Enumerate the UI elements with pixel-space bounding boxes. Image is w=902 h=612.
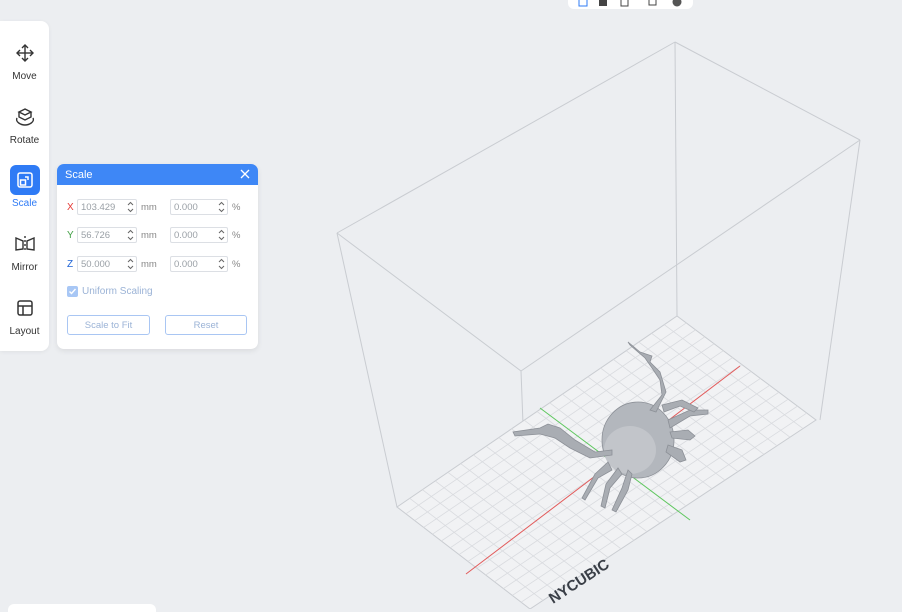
y-size-input[interactable] (77, 227, 137, 243)
stepper-icon[interactable] (127, 201, 134, 213)
y-size-value[interactable] (78, 229, 125, 241)
z-size-input[interactable] (77, 256, 137, 272)
scale-row-x: X mm % (67, 198, 240, 216)
z-percent-unit: % (232, 258, 241, 270)
z-percent-input[interactable] (170, 256, 228, 272)
x-size-unit: mm (141, 201, 157, 213)
bottom-panel-tab[interactable] (8, 604, 156, 612)
view-shade-icon[interactable] (672, 0, 682, 7)
move-label: Move (12, 71, 37, 82)
stepper-icon[interactable] (218, 201, 225, 213)
scale-to-fit-button[interactable]: Scale to Fit (67, 315, 150, 335)
scale-row-y: Y mm % (67, 226, 240, 244)
y-size-unit: mm (141, 229, 157, 241)
scale-label: Scale (11, 198, 37, 209)
uniform-scaling-label: Uniform Scaling (82, 286, 153, 297)
x-size-value[interactable] (78, 201, 125, 213)
scale-panel-header: Scale (57, 164, 258, 185)
x-percent-value[interactable] (171, 201, 218, 213)
rotate-label: Rotate (9, 135, 40, 146)
build-plate: NYCUBIC (396, 315, 817, 609)
rotate-tool[interactable]: Rotate (0, 102, 49, 158)
x-size-input[interactable] (77, 199, 137, 215)
close-icon[interactable] (238, 167, 252, 181)
x-percent-input[interactable] (170, 199, 228, 215)
layout-icon (10, 293, 40, 323)
scale-panel: Scale X mm % Y mm % Z (57, 164, 258, 349)
scale-tool[interactable]: Scale (0, 165, 49, 221)
mirror-label: Mirror (11, 262, 38, 273)
reset-button[interactable]: Reset (165, 315, 247, 335)
view-front-icon[interactable] (578, 0, 588, 7)
left-toolbar: Move Rotate Scale Mirror Layout (0, 21, 49, 351)
scale-row-z: Z mm % (67, 255, 240, 273)
mirror-icon (10, 229, 40, 259)
view-toolbar (568, 0, 693, 9)
layout-label: Layout (9, 326, 40, 337)
axis-label-x: X (67, 201, 74, 213)
scale-panel-title: Scale (65, 168, 93, 181)
view-side-icon[interactable] (620, 0, 630, 7)
axis-label-z: Z (67, 258, 74, 270)
view-cube-icon[interactable] (598, 0, 608, 7)
z-size-unit: mm (141, 258, 157, 270)
stepper-icon[interactable] (127, 258, 134, 270)
x-percent-unit: % (232, 201, 241, 213)
y-percent-input[interactable] (170, 227, 228, 243)
layout-tool[interactable]: Layout (0, 293, 49, 349)
move-tool[interactable]: Move (0, 38, 49, 94)
uniform-scaling-checkbox[interactable]: Uniform Scaling (67, 286, 153, 297)
axis-label-y: Y (67, 229, 74, 241)
move-icon (10, 38, 40, 68)
stepper-icon[interactable] (127, 229, 134, 241)
z-size-value[interactable] (78, 258, 125, 270)
y-percent-unit: % (232, 229, 241, 241)
mirror-tool[interactable]: Mirror (0, 229, 49, 285)
z-percent-value[interactable] (171, 258, 218, 270)
stepper-icon[interactable] (218, 258, 225, 270)
checkmark-icon (67, 286, 78, 297)
scale-icon (9, 165, 40, 195)
view-iso-icon[interactable] (648, 0, 658, 7)
rotate-icon (10, 102, 40, 132)
stepper-icon[interactable] (218, 229, 225, 241)
y-percent-value[interactable] (171, 229, 218, 241)
